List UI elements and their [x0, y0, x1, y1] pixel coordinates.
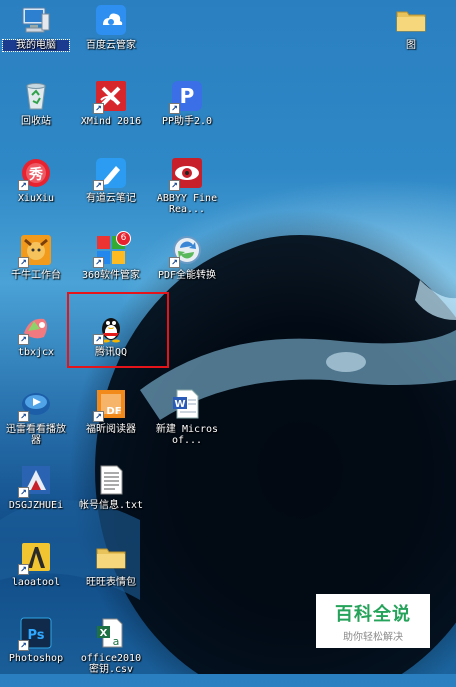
xunlei-player-icon: ↗	[18, 388, 52, 422]
desktop-icon-label: laoatool	[11, 577, 61, 588]
desktop-icon-folder[interactable]: 图	[378, 2, 444, 74]
desktop-icon-label: 新建 Microsof...	[155, 424, 219, 446]
desktop-icon-foxit-reader[interactable]: DF ↗ 福昕阅读器	[78, 386, 144, 458]
desktop-icon-label: tbxjcx	[17, 347, 55, 358]
desktop-icon-label: 千牛工作台	[11, 270, 61, 281]
recycle-bin-icon	[20, 80, 52, 112]
desktop-icon-label: office2010 密钥.csv	[80, 653, 142, 675]
computer-icon	[20, 4, 52, 36]
svg-text:DF: DF	[106, 406, 121, 417]
qianniu-icon: ↗	[18, 234, 52, 268]
svg-text:秀: 秀	[28, 166, 44, 183]
desktop[interactable]: 我的电脑 百度云管家图回收站 ↗ XMind 2016 P ↗ PP助手2.0 秀 ↗ XiuXi…	[0, 0, 456, 675]
shortcut-arrow-icon: ↗	[18, 564, 29, 575]
watermark: 百科全说 助你轻松解决	[316, 594, 430, 648]
desktop-icon-pp-assistant[interactable]: P ↗ PP助手2.0	[154, 78, 220, 150]
360-software-icon: 6 ↗	[93, 231, 131, 268]
desktop-icon-label: 百度云管家	[86, 40, 136, 51]
baidu-cloud-icon	[95, 4, 127, 36]
desktop-icon-recycle-bin[interactable]: 回收站	[3, 78, 69, 150]
highlight-box	[67, 292, 169, 368]
desktop-icon-tbxjcx[interactable]: ↗ tbxjcx	[3, 309, 69, 381]
desktop-icon-new-word-doc[interactable]: W 新建 Microsof...	[154, 386, 220, 458]
xmind-icon: ↗	[93, 80, 127, 114]
desktop-icon-label: 回收站	[21, 116, 51, 127]
abbyy-eye-icon: ↗	[169, 157, 203, 191]
text-file-icon	[95, 464, 127, 496]
desktop-icon-baidu-cloud[interactable]: 百度云管家	[78, 2, 144, 74]
shortcut-arrow-icon: ↗	[18, 640, 29, 651]
desktop-icon-label: PP助手2.0	[161, 116, 213, 127]
desktop-icon-label: ABBYY FineRea...	[156, 193, 218, 215]
desktop-icon-label: 360软件管家	[81, 270, 141, 281]
desktop-icon-laoatool[interactable]: ↗ laoatool	[3, 539, 69, 611]
desktop-icon-label: 有道云笔记	[86, 193, 136, 204]
desktop-icon-label: DSGJZHUEi	[8, 500, 64, 511]
svg-text:a: a	[113, 635, 120, 648]
watermark-subtitle: 助你轻松解决	[343, 631, 403, 643]
pdf-convert-icon: ↗	[169, 234, 203, 268]
desktop-icon-account-info[interactable]: 帐号信息.txt	[78, 462, 144, 534]
photoshop-icon: Ps ↗	[18, 617, 52, 651]
desktop-icon-abbyy[interactable]: ↗ ABBYY FineRea...	[154, 155, 220, 227]
desktop-icon-xunlei-player[interactable]: ↗ 迅雷看看播放器	[3, 386, 69, 458]
desktop-icon-my-computer[interactable]: 我的电脑	[2, 2, 70, 74]
update-badge: 6	[116, 231, 131, 246]
desktop-icon-label: 我的电脑	[2, 39, 70, 52]
shortcut-arrow-icon: ↗	[93, 180, 104, 191]
laoatool-icon: ↗	[18, 541, 52, 575]
foxit-pdf-icon: DF ↗	[93, 388, 127, 422]
desktop-icon-dsgjzhuei[interactable]: ↗ DSGJZHUEi	[3, 462, 69, 534]
tbxjcx-icon: ↗	[18, 311, 52, 345]
desktop-icon-label: XiuXiu	[17, 193, 55, 204]
svg-text:W: W	[174, 399, 185, 410]
desktop-icon-youdao-note[interactable]: ↗ 有道云笔记	[78, 155, 144, 227]
desktop-icon-label: 福昕阅读器	[86, 424, 136, 435]
shortcut-arrow-icon: ↗	[93, 411, 104, 422]
desktop-icon-qianniu[interactable]: ↗ 千牛工作台	[3, 232, 69, 304]
shortcut-arrow-icon: ↗	[18, 334, 29, 345]
folder-icon	[395, 4, 427, 36]
shortcut-arrow-icon: ↗	[18, 411, 29, 422]
desktop-icon-label: 迅雷看看播放器	[6, 424, 66, 446]
shortcut-arrow-icon: ↗	[93, 103, 104, 114]
xiuxiu-icon: 秀 ↗	[18, 157, 52, 191]
desktop-icon-label: PDF全能转换	[157, 270, 217, 281]
desktop-icon-label: 旺旺表情包	[86, 577, 136, 588]
excel-file-icon: Xa	[95, 617, 127, 649]
shortcut-arrow-icon: ↗	[93, 257, 104, 268]
svg-text:X: X	[100, 628, 108, 639]
shortcut-arrow-icon: ↗	[18, 180, 29, 191]
desktop-icon-wangwang-emoji[interactable]: 旺旺表情包	[78, 539, 144, 611]
desktop-icon-label: Photoshop	[8, 653, 64, 664]
folder-icon	[95, 541, 127, 573]
desktop-icon-label: 帐号信息.txt	[78, 500, 144, 511]
watermark-title: 百科全说	[335, 603, 411, 625]
desktop-icon-office-excel[interactable]: Xa office2010 密钥.csv	[78, 615, 144, 687]
desktop-icon-label: 图	[406, 40, 416, 51]
svg-text:Ps: Ps	[27, 628, 44, 643]
shortcut-arrow-icon: ↗	[169, 180, 180, 191]
word-doc-icon: W	[171, 388, 203, 420]
svg-text:P: P	[180, 84, 195, 108]
desktop-icon-label: XMind 2016	[80, 116, 142, 127]
pp-icon: P ↗	[169, 80, 203, 114]
desktop-icon-xiuxiu[interactable]: 秀 ↗ XiuXiu	[3, 155, 69, 227]
shortcut-arrow-icon: ↗	[169, 257, 180, 268]
desktop-icon-xmind[interactable]: ↗ XMind 2016	[78, 78, 144, 150]
shortcut-arrow-icon: ↗	[18, 257, 29, 268]
shortcut-arrow-icon: ↗	[169, 103, 180, 114]
youdao-note-icon: ↗	[93, 157, 127, 191]
dsg-icon: ↗	[18, 464, 52, 498]
desktop-icon-photoshop[interactable]: Ps ↗ Photoshop	[3, 615, 69, 687]
shortcut-arrow-icon: ↗	[18, 487, 29, 498]
